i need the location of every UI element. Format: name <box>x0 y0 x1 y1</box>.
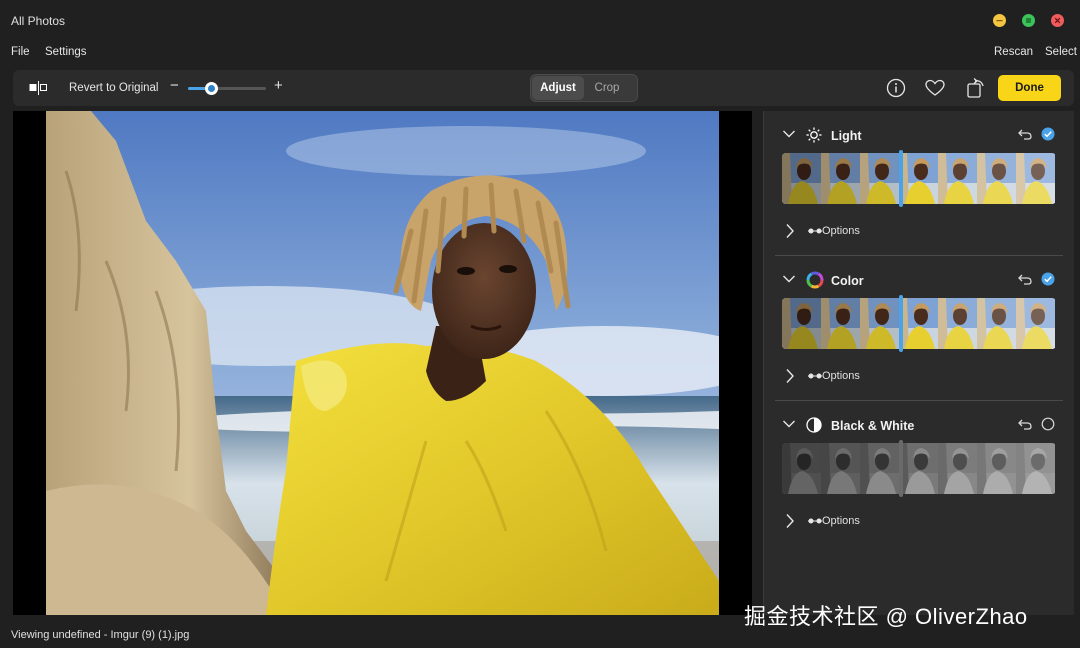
preview-frame <box>860 443 899 494</box>
favorite-button[interactable] <box>925 79 945 102</box>
menu-rescan[interactable]: Rescan <box>994 46 1033 58</box>
preview-frame <box>938 443 977 494</box>
zoom-out-button[interactable]: − <box>170 77 179 94</box>
preview-frame <box>899 153 938 204</box>
enabled-check-icon[interactable] <box>1041 127 1055 141</box>
section-color-title: Color <box>831 274 864 288</box>
preview-frame <box>1016 443 1055 494</box>
done-button[interactable]: Done <box>998 75 1061 101</box>
preview-frame <box>821 443 860 494</box>
slider-options-icon <box>808 373 822 379</box>
preview-frame <box>977 443 1016 494</box>
rotate-button[interactable] <box>966 77 986 104</box>
zoom-slider-thumb[interactable] <box>205 82 219 95</box>
preview-frame <box>1016 153 1055 204</box>
zoom-in-button[interactable]: + <box>274 77 283 94</box>
minimize-icon <box>993 14 1006 27</box>
adjust-panel: Light Options Color Options Black & Whit… <box>763 111 1074 615</box>
bw-preview-strip[interactable] <box>782 443 1056 494</box>
light-preview-strip[interactable] <box>782 153 1056 204</box>
maximize-button[interactable] <box>1022 14 1035 27</box>
disabled-circle-icon[interactable] <box>1041 417 1055 431</box>
maximize-icon <box>1022 14 1035 27</box>
bw-options-row[interactable]: Options <box>782 512 982 532</box>
close-button[interactable] <box>1051 14 1064 27</box>
heart-icon <box>925 79 945 96</box>
close-icon <box>1051 14 1064 27</box>
chevron-down-icon[interactable] <box>782 274 796 284</box>
section-color: Color Options <box>764 256 1075 401</box>
undo-icon[interactable] <box>1018 273 1032 285</box>
preview-frame <box>860 298 899 349</box>
title-bar: All Photos <box>0 0 1080 40</box>
tab-crop[interactable]: Crop <box>585 76 629 100</box>
preview-frame <box>938 298 977 349</box>
light-options-label: Options <box>822 225 860 237</box>
section-bw-header[interactable]: Black & White <box>764 401 1075 441</box>
preview-frame <box>938 153 977 204</box>
menu-bar: File Settings Rescan Select <box>0 40 1080 66</box>
bw-strip-marker[interactable] <box>899 440 903 497</box>
watermark: 掘金技术社区 @ OliverZhao <box>744 604 1028 629</box>
rotate-icon <box>967 78 984 98</box>
tab-adjust[interactable]: Adjust <box>532 76 584 100</box>
photo-canvas <box>13 111 752 615</box>
section-light: Light Options <box>764 111 1075 256</box>
section-color-header[interactable]: Color <box>764 256 1075 296</box>
contrast-icon <box>806 417 822 433</box>
adjust-crop-toggle: Adjust Crop <box>530 74 638 102</box>
section-black-white: Black & White Options <box>764 401 1075 546</box>
editor-toolbar: Revert to Original − + Adjust Crop Done <box>13 70 1074 106</box>
bw-options-label: Options <box>822 515 860 527</box>
preview-frame <box>977 153 1016 204</box>
portrait-photo <box>46 111 719 615</box>
chevron-down-icon[interactable] <box>782 129 796 139</box>
menu-select[interactable]: Select <box>1045 46 1077 58</box>
light-strip-marker[interactable] <box>899 150 903 207</box>
revert-to-original-button[interactable]: Revert to Original <box>69 82 158 94</box>
section-bw-title: Black & White <box>831 419 915 433</box>
preview-frame <box>977 298 1016 349</box>
color-wheel-icon <box>806 271 824 289</box>
preview-frame <box>899 443 938 494</box>
compare-button[interactable] <box>29 81 49 100</box>
preview-frame <box>821 298 860 349</box>
preview-frame <box>782 153 821 204</box>
window-title: All Photos <box>11 14 66 28</box>
color-strip-marker[interactable] <box>899 295 903 352</box>
sun-icon <box>806 127 822 143</box>
status-text: Viewing undefined - Imgur (9) (1).jpg <box>11 629 190 641</box>
preview-frame <box>860 153 899 204</box>
color-options-label: Options <box>822 370 860 382</box>
undo-icon[interactable] <box>1018 418 1032 430</box>
info-button[interactable] <box>886 78 906 103</box>
slider-options-icon <box>808 228 822 234</box>
zoom-slider[interactable] <box>188 82 266 95</box>
compare-icon <box>29 81 47 95</box>
preview-frame <box>782 298 821 349</box>
chevron-down-icon[interactable] <box>782 419 796 429</box>
chevron-right-icon <box>786 224 794 238</box>
photo-image <box>46 111 719 615</box>
enabled-check-icon[interactable] <box>1041 272 1055 286</box>
section-light-header[interactable]: Light <box>764 111 1075 151</box>
menu-settings[interactable]: Settings <box>45 46 87 58</box>
color-preview-strip[interactable] <box>782 298 1056 349</box>
info-icon <box>886 78 906 98</box>
preview-frame <box>1016 298 1055 349</box>
undo-icon[interactable] <box>1018 128 1032 140</box>
color-options-row[interactable]: Options <box>782 367 982 387</box>
minimize-button[interactable] <box>993 14 1006 27</box>
slider-options-icon <box>808 518 822 524</box>
preview-frame <box>782 443 821 494</box>
section-light-title: Light <box>831 129 862 143</box>
light-options-row[interactable]: Options <box>782 222 982 242</box>
chevron-right-icon <box>786 369 794 383</box>
preview-frame <box>821 153 860 204</box>
preview-frame <box>899 298 938 349</box>
menu-file[interactable]: File <box>11 46 30 58</box>
chevron-right-icon <box>786 514 794 528</box>
